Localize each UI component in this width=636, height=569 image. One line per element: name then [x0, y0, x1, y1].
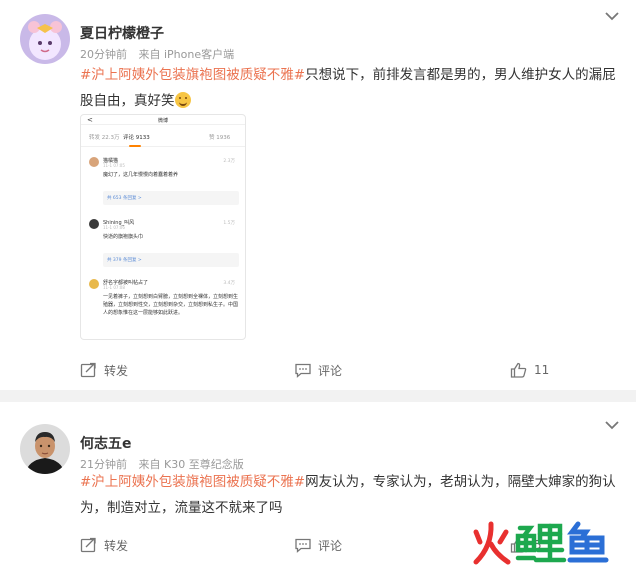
post-source: 来自 iPhone客户端: [138, 48, 235, 61]
thumb-avatar: [89, 219, 99, 229]
post-actions: 转发 评论 11: [80, 360, 620, 380]
thumb-comment-time: 11-1 07:05: [103, 163, 125, 168]
chevron-down-icon[interactable]: [604, 10, 620, 22]
post-text: #沪上阿姨外包装旗袍图被质疑不雅#网友认为，专家认为，老胡认为，隔壁大婶家的狗认…: [80, 469, 620, 521]
repost-label: 转发: [104, 363, 129, 378]
like-count: 11: [534, 363, 550, 377]
thumb-comment-likes: 2.3万: [223, 159, 235, 164]
avatar[interactable]: [20, 14, 70, 64]
repost-button[interactable]: 转发: [80, 535, 128, 555]
thumb-tab-like: 赞 1936: [209, 135, 231, 141]
comment-button[interactable]: 评论: [294, 535, 342, 555]
thumb-tab-repost: 转发 22.3万: [89, 135, 120, 141]
avatar[interactable]: [20, 424, 70, 474]
chevron-down-icon[interactable]: [604, 419, 620, 431]
thumb-title: 微博: [157, 118, 168, 124]
like-button[interactable]: 11: [510, 360, 549, 380]
thumb-avatar: [89, 157, 99, 167]
thumb-comment-likes: 3.4万: [223, 281, 235, 286]
repost-button[interactable]: 转发: [80, 360, 128, 380]
post-text: #沪上阿姨外包装旗袍图被质疑不雅#只想说下，前排发言都是男的，男人维护女人的漏屁…: [80, 62, 620, 114]
comment-icon: [295, 538, 311, 553]
thumb-tab-underline: [129, 145, 141, 147]
thumb-comment-time: 11-1 07:08: [103, 285, 125, 290]
post-time[interactable]: 20分钟前: [80, 48, 127, 61]
thumb-comment-body: 一见着裤子，立刻想到白臂膀，立刻想到全裸体，立刻想到生殖器，立刻想到性交，立刻想…: [103, 294, 239, 316]
thumb-tab-comment: 评论 9133: [123, 135, 150, 141]
repost-icon: [80, 537, 96, 553]
repost-label: 转发: [104, 538, 129, 553]
topic-link[interactable]: #沪上阿姨外包装旗袍图被质疑不雅#: [80, 474, 305, 490]
watermark-logo: [473, 521, 609, 565]
thumb-comment-likes: 1.5万: [223, 221, 235, 226]
thumb-tabs: 转发 22.3万 评论 9133 赞 1936: [81, 125, 245, 147]
comment-icon: [295, 363, 311, 378]
username[interactable]: 何志五e: [80, 433, 132, 453]
thumb-comment-replies: 共 379 条回复 >: [103, 253, 239, 267]
thumb-header: < 微博: [81, 115, 245, 125]
repost-icon: [80, 362, 96, 378]
topic-link[interactable]: #沪上阿姨外包装旗袍图被质疑不雅#: [80, 67, 305, 83]
thumb-comment-time: 11-1 07:06: [103, 225, 125, 230]
username[interactable]: 夏日柠檬橙子: [80, 23, 164, 43]
thumb-comment-body: 魔幻了，这几年慢慢向着蠢着着养: [103, 172, 179, 178]
laughing-face-icon: [174, 92, 191, 108]
feed-card-1: 夏日柠檬橙子 20分钟前 来自 iPhone客户端 #沪上阿姨外包装旗袍图被质疑…: [0, 0, 636, 390]
comment-button[interactable]: 评论: [294, 360, 342, 380]
thumb-comment-body: 快逝的旗袍旗头巾: [103, 234, 144, 240]
post-meta: 20分钟前 来自 iPhone客户端: [80, 46, 234, 62]
comment-label: 评论: [318, 363, 343, 378]
thumb-avatar: [89, 279, 99, 289]
thumb-comment-replies: 共 653 条回复 >: [103, 191, 239, 205]
comment-label: 评论: [318, 538, 343, 553]
thumbs-up-icon: [510, 362, 527, 378]
embedded-screenshot[interactable]: < 微博 转发 22.3万 评论 9133 赞 1936 猫橘猫 11-1 07…: [80, 114, 246, 340]
